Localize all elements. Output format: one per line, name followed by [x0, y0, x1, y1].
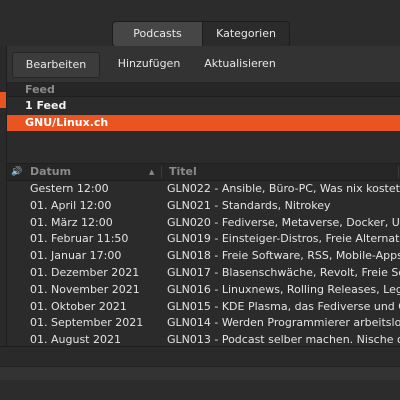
update-button[interactable]: Aktualisieren — [197, 52, 283, 76]
episode-row[interactable]: 01. August 2021 GLN013 - Podcast selber … — [7, 332, 400, 347]
episode-date: 01. Januar 17:00 — [30, 249, 122, 263]
window-titlebar: Podcasts Kategorien — [0, 0, 400, 47]
left-selection-marker — [0, 92, 6, 108]
episode-date: 01. Dezember 2021 — [30, 265, 140, 279]
title-column-header[interactable]: Titel — [169, 164, 197, 180]
episode-date: 01. März 12:00 — [30, 215, 113, 229]
date-column-header[interactable]: Datum — [30, 164, 71, 180]
status-bar — [0, 366, 400, 381]
episode-rows: Gestern 12:00 GLN022 - Ansible, Büro-PC,… — [7, 181, 400, 347]
episode-title: GLN020 - Fediverse, Metaverse, Docker, U… — [167, 215, 400, 229]
feed-list: Feed 1 Feed GNU/Linux.ch — [7, 83, 400, 163]
episode-date: 01. August 2021 — [30, 333, 121, 347]
column-separator[interactable] — [398, 166, 399, 178]
episode-row[interactable]: 01. November 2021 GLN016 - Linuxnews, Ro… — [7, 282, 400, 299]
toolbar: Bearbeiten Hinzufügen Aktualisieren — [7, 46, 400, 83]
episode-title: GLN014 - Werden Programmierer arbeitslos… — [167, 316, 400, 330]
tab-kategorien[interactable]: Kategorien — [203, 22, 289, 46]
feed-row-selected[interactable]: GNU/Linux.ch — [7, 115, 400, 131]
episode-title: GLN013 - Podcast selber machen. Nische o… — [167, 333, 400, 347]
edit-button[interactable]: Bearbeiten — [12, 52, 100, 78]
episode-title: GLN015 - KDE Plasma, das Fediverse und G… — [167, 299, 400, 313]
episode-date: Gestern 12:00 — [30, 182, 109, 195]
episode-date: 01. September 2021 — [30, 316, 144, 330]
episode-title: GLN019 - Einsteiger-Distros, Freie Alter… — [167, 232, 400, 246]
episode-row[interactable]: Gestern 12:00 GLN022 - Ansible, Büro-PC,… — [7, 181, 400, 198]
episode-row[interactable]: 01. April 12:00 GLN021 - Standards, Nitr… — [7, 198, 400, 215]
episode-title: GLN022 - Ansible, Büro-PC, Was nix koste… — [167, 182, 400, 195]
episode-date: 01. November 2021 — [30, 282, 140, 296]
speaker-icon[interactable]: 🔊 — [11, 164, 22, 180]
episode-title: GLN018 - Freie Software, RSS, Mobile-App… — [167, 249, 400, 263]
episode-row[interactable]: 01. Februar 11:50 GLN019 - Einsteiger-Di… — [7, 231, 400, 248]
episode-title: GLN017 - Blasenschwäche, Revolt, Freie S… — [167, 265, 400, 279]
pane-divider[interactable] — [0, 346, 400, 367]
tab-podcasts[interactable]: Podcasts — [113, 22, 203, 46]
episode-date: 01. April 12:00 — [30, 198, 112, 212]
episode-row[interactable]: 01. Oktober 2021 GLN015 - KDE Plasma, da… — [7, 299, 400, 316]
episode-row[interactable]: 01. März 12:00 GLN020 - Fediverse, Metav… — [7, 215, 400, 232]
feed-count-row[interactable]: 1 Feed — [7, 98, 400, 114]
episode-row[interactable]: 01. Dezember 2021 GLN017 - Blasenschwäch… — [7, 265, 400, 282]
episode-title: GLN021 - Standards, Nitrokey — [167, 198, 331, 212]
episode-row[interactable]: 01. September 2021 GLN014 - Werden Progr… — [7, 315, 400, 332]
episode-list-header: 🔊 Datum ▲ Titel — [7, 164, 400, 181]
view-switcher: Podcasts Kategorien — [112, 21, 290, 47]
episode-row[interactable]: 01. Januar 17:00 GLN018 - Freie Software… — [7, 248, 400, 265]
episode-title: GLN016 - Linuxnews, Rolling Releases, Le… — [167, 282, 400, 296]
bottom-panel — [0, 380, 400, 400]
episode-list: 🔊 Datum ▲ Titel Gestern 12:00 GLN022 - A… — [7, 163, 400, 347]
episode-date: 01. Oktober 2021 — [30, 299, 127, 313]
episode-date: 01. Februar 11:50 — [30, 232, 129, 246]
left-sidebar-strip — [0, 46, 7, 346]
sort-ascending-icon: ▲ — [149, 168, 155, 176]
feed-column-header[interactable]: Feed — [7, 83, 400, 97]
column-separator[interactable] — [161, 166, 162, 178]
add-button[interactable]: Hinzufügen — [111, 52, 187, 76]
